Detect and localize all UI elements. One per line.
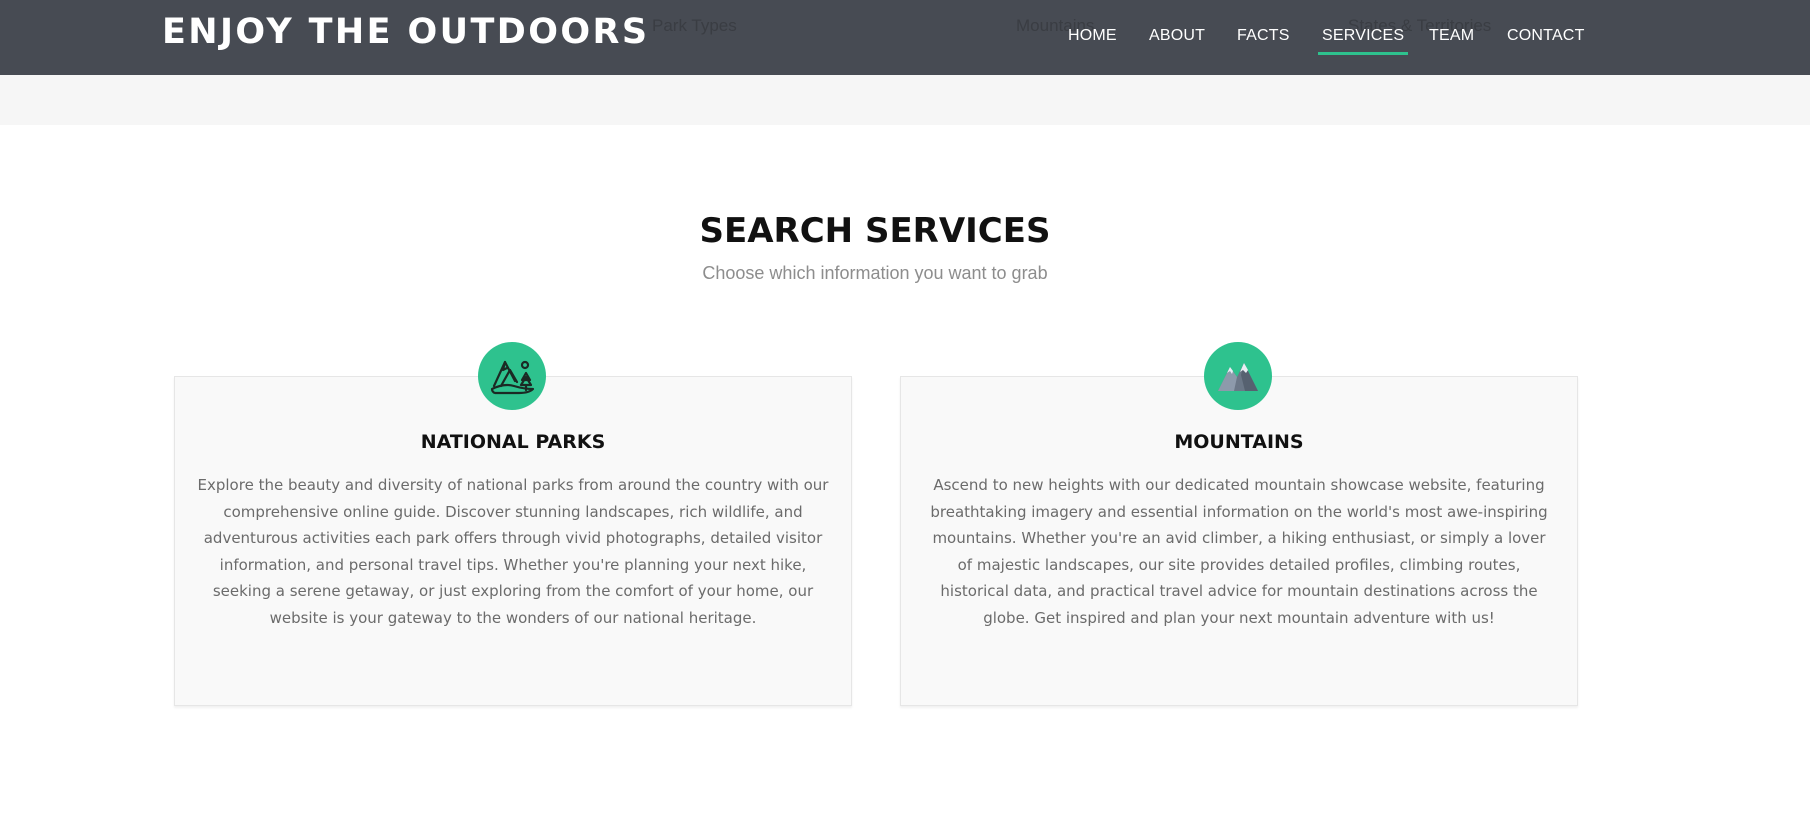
- nav-about[interactable]: ABOUT: [1149, 27, 1205, 45]
- nav-team[interactable]: TEAM: [1429, 27, 1474, 45]
- nav-facts[interactable]: FACTS: [1237, 27, 1290, 45]
- card-description: Explore the beauty and diversity of nati…: [197, 476, 829, 627]
- nav-services[interactable]: SERVICES: [1317, 27, 1409, 55]
- card-description: Ascend to new heights with our dedicated…: [930, 476, 1548, 627]
- card-title: NATIONAL PARKS: [420, 431, 606, 453]
- mountain-icon: [1204, 342, 1272, 410]
- section-subtitle: Choose which information you want to gra…: [702, 263, 1048, 283]
- main-nav: HOME ABOUT FACTS SERVICES TEAM CONTACT: [0, 0, 1810, 75]
- card-title: MOUNTAINS: [1174, 431, 1304, 453]
- hero-bottom-band: [0, 75, 1810, 125]
- nav-home[interactable]: HOME: [1068, 27, 1117, 45]
- section-title: SEARCH SERVICES: [699, 211, 1051, 251]
- nav-contact[interactable]: CONTACT: [1507, 27, 1585, 45]
- national-park-icon: [478, 342, 546, 410]
- service-card-national-parks[interactable]: NATIONAL PARKS Explore the beauty and di…: [174, 376, 852, 706]
- service-card-mountains[interactable]: MOUNTAINS Ascend to new heights with our…: [900, 376, 1578, 706]
- site-header: Park Types Mountains States & Territorie…: [0, 0, 1810, 75]
